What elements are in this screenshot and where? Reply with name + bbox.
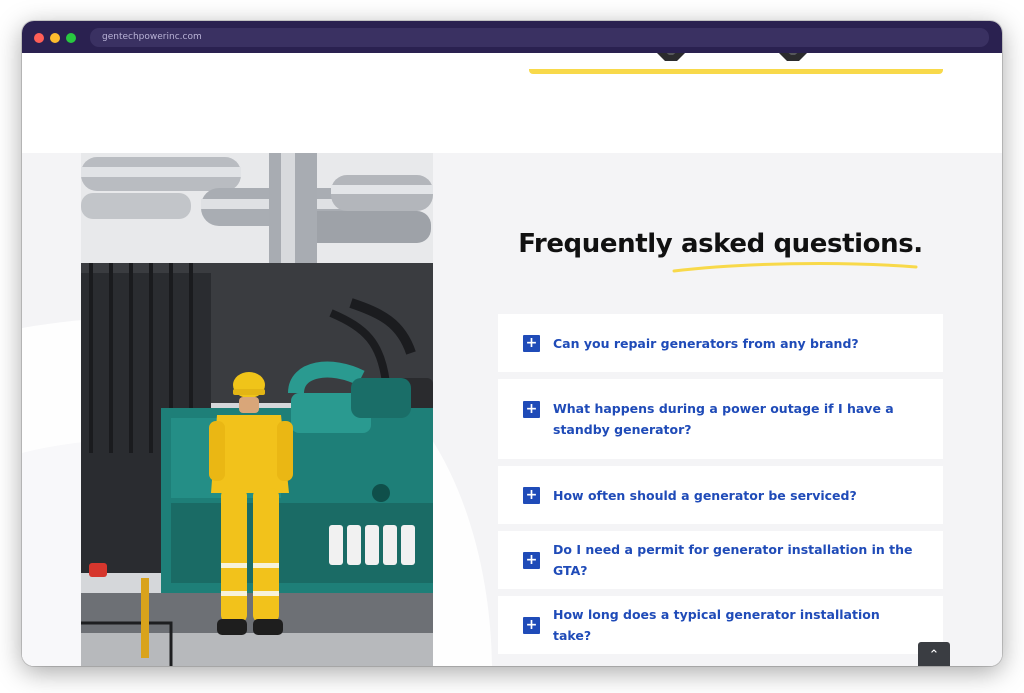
- generator-stand-image: [779, 53, 807, 61]
- browser-window: gentechpowerinc.com Frequently asked que…: [22, 21, 1002, 666]
- faq-item[interactable]: + How long does a typical generator inst…: [498, 596, 943, 654]
- expand-plus-icon[interactable]: +: [523, 616, 540, 634]
- faq-accordion: + Can you repair generators from any bra…: [498, 314, 943, 661]
- browser-titlebar: gentechpowerinc.com: [22, 21, 1002, 53]
- faq-heading: Frequently asked questions.: [518, 229, 923, 259]
- faq-section: Frequently asked questions. + Can you re…: [22, 153, 1002, 666]
- page-viewport: Frequently asked questions. + Can you re…: [22, 53, 1002, 666]
- faq-item[interactable]: + Can you repair generators from any bra…: [498, 314, 943, 372]
- faq-question[interactable]: Can you repair generators from any brand…: [553, 333, 859, 354]
- close-window-dot[interactable]: [34, 33, 44, 43]
- heading-underline-swoosh: [672, 262, 918, 273]
- expand-plus-icon[interactable]: +: [523, 486, 540, 504]
- technician-generator-photo: [81, 153, 433, 666]
- generator-stand-image: [657, 53, 685, 61]
- faq-question[interactable]: How long does a typical generator instal…: [553, 604, 919, 646]
- address-bar[interactable]: gentechpowerinc.com: [90, 28, 989, 47]
- faq-item[interactable]: + What happens during a power outage if …: [498, 379, 943, 459]
- faq-item[interactable]: + Do I need a permit for generator insta…: [498, 531, 943, 589]
- faq-item[interactable]: + How often should a generator be servic…: [498, 466, 943, 524]
- chevron-up-icon: ⌃: [928, 647, 940, 662]
- faq-question[interactable]: Do I need a permit for generator install…: [553, 539, 919, 581]
- generator-room-illustration: [81, 153, 433, 666]
- faq-question[interactable]: How often should a generator be serviced…: [553, 485, 857, 506]
- minimize-window-dot[interactable]: [50, 33, 60, 43]
- scroll-to-top-button[interactable]: ⌃: [918, 642, 950, 666]
- expand-plus-icon[interactable]: +: [523, 401, 540, 418]
- expand-plus-icon[interactable]: +: [523, 334, 540, 352]
- faq-question[interactable]: What happens during a power outage if I …: [553, 398, 919, 440]
- maximize-window-dot[interactable]: [66, 33, 76, 43]
- previous-section-card: [529, 53, 943, 74]
- expand-plus-icon[interactable]: +: [523, 551, 540, 569]
